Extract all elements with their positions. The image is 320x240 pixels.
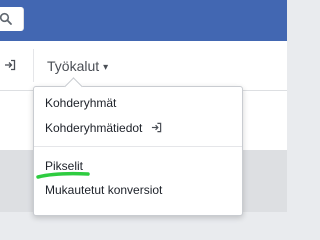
menu-item-custom-conversions[interactable]: Mukautetut konversiot xyxy=(45,181,162,199)
menu-item-label: Mukautetut konversiot xyxy=(45,183,163,197)
exit-icon[interactable] xyxy=(4,59,16,71)
top-navigation-bar xyxy=(0,0,287,41)
tools-dropdown-menu: Kohderyhmät Kohderyhmätiedot Pikselit Mu… xyxy=(33,77,243,216)
menu-item-label: Kohderyhmät xyxy=(45,96,117,110)
toolbar: Työkalut ▾ xyxy=(0,41,287,91)
tools-menu-button[interactable]: Työkalut ▾ xyxy=(47,56,108,76)
menu-item-audiences[interactable]: Kohderyhmät xyxy=(45,94,116,112)
menu-divider xyxy=(34,146,242,147)
menu-item-audience-insights[interactable]: Kohderyhmätiedot xyxy=(45,119,162,137)
search-input[interactable] xyxy=(0,7,24,31)
tools-menu-label: Työkalut xyxy=(47,58,100,74)
exit-icon xyxy=(151,122,161,133)
menu-item-label: Kohderyhmätiedot xyxy=(45,121,143,135)
search-icon xyxy=(0,12,12,25)
chevron-down-icon: ▾ xyxy=(103,62,109,73)
toolbar-divider xyxy=(33,49,34,82)
highlight-annotation xyxy=(36,171,90,179)
